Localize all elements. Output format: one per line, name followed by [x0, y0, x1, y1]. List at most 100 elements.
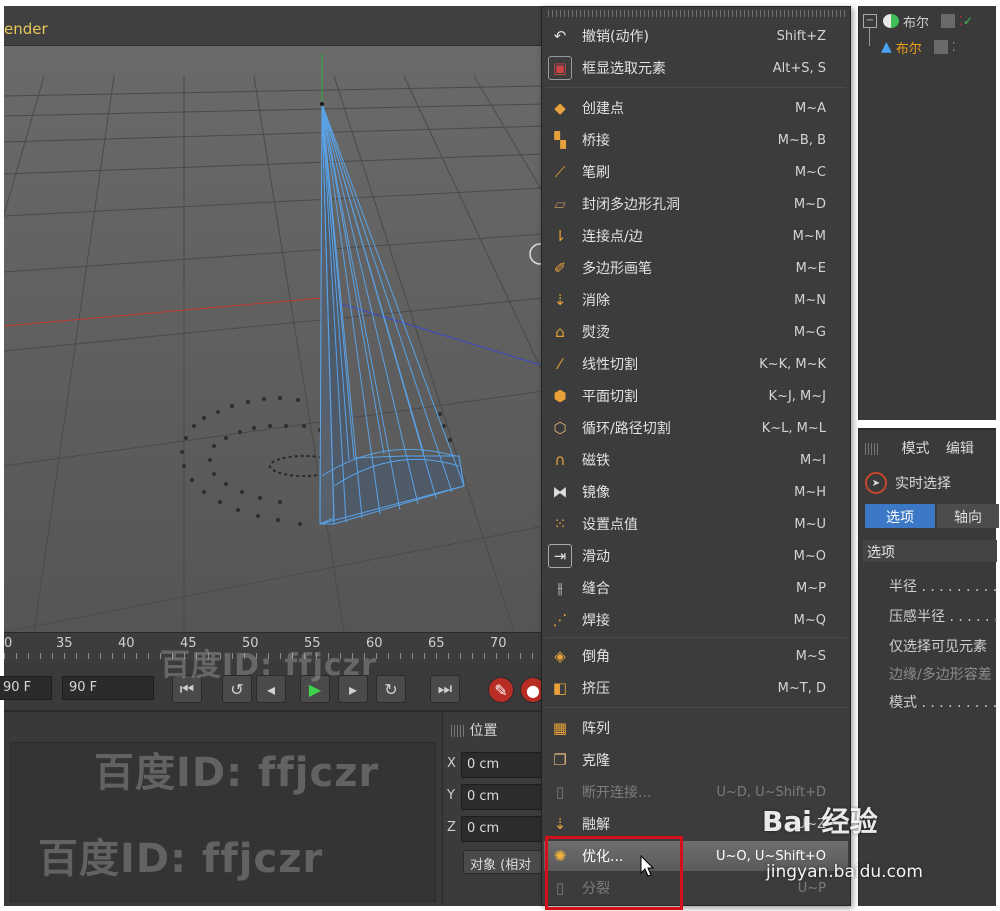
mirror-icon: ⧓ — [552, 483, 568, 501]
extrude-icon: ◧ — [552, 679, 568, 697]
go-to-end-icon[interactable]: ⏭ — [430, 675, 460, 703]
tool-name: 实时选择 — [895, 476, 951, 492]
position-z-field[interactable]: 0 cm — [461, 816, 545, 842]
visibility-dots-icon[interactable]: ⁚ — [952, 40, 956, 54]
menu-item-bevel[interactable]: ◈ 倒角 M~S — [544, 641, 848, 671]
menu-item-shortcut: M~O — [793, 548, 826, 564]
menu-item-bridge[interactable]: ▚ 桥接 M~B, B — [544, 125, 848, 155]
menu-item-slide[interactable]: ⇥ 滑动 M~O — [544, 541, 848, 571]
tab-axis[interactable]: 轴向 — [937, 504, 999, 528]
attr-radius[interactable]: 半径 . . . . . . . . . — [889, 576, 997, 596]
knife-icon: ⁄ — [558, 355, 562, 373]
menu-item-label: 消除 — [582, 293, 610, 309]
menu-item-shortcut: U~P — [797, 880, 826, 896]
object-row-active[interactable]: ▲ 布尔 ⁚ — [881, 36, 1000, 58]
menu-item-stitch[interactable]: ⫲ 缝合 M~P — [544, 573, 848, 603]
menu-item-label: 滑动 — [582, 549, 610, 565]
menu-item-set-point-value[interactable]: ⁙ 设置点值 M~U — [544, 509, 848, 539]
attr-edge-tolerance[interactable]: 边缘/多边形容差 — [889, 664, 992, 684]
viewport-menu-render[interactable]: ender — [4, 20, 48, 38]
baidu-logo: Bai 经验 — [762, 805, 878, 838]
undo-icon: ↶ — [553, 27, 567, 45]
watermark-text: 百度ID: ffjczr — [94, 750, 380, 796]
menu-item-label: 挤压 — [582, 681, 610, 697]
menu-item-label: 撤销(动作) — [582, 29, 649, 45]
menu-item-line-cut[interactable]: ⁄ 线性切割 K~K, M~K — [544, 349, 848, 379]
attr-mode[interactable]: 模式 . . . . . . . . . — [889, 692, 997, 712]
menu-item-dissolve[interactable]: ⇣ 消除 M~N — [544, 285, 848, 315]
magnet-icon: ∩ — [554, 451, 566, 469]
viewport-menubar: ender — [4, 6, 544, 46]
menu-item-array[interactable]: ▦ 阵列 — [544, 713, 848, 743]
menu-item-undo[interactable]: ↶ 撤销(动作) Shift+Z — [544, 21, 848, 51]
viewport-scene[interactable] — [4, 46, 544, 632]
menu-item-brush[interactable]: ⟋ 笔刷 M~C — [544, 157, 848, 187]
boole-object-icon — [883, 14, 899, 28]
menu-item-connect[interactable]: ⇂ 连接点/边 M~M — [544, 221, 848, 251]
menu-item-iron[interactable]: ⌂ 熨烫 M~G — [544, 317, 848, 347]
layer-icon[interactable] — [941, 14, 956, 28]
menu-mode[interactable]: 模式 — [901, 441, 929, 457]
menu-item-label: 笔刷 — [582, 165, 610, 181]
attr-only-visible[interactable]: 仅选择可见元素 — [889, 636, 987, 656]
menu-item-frame-selection[interactable]: ▣ 框显选取元素 Alt+S, S — [544, 53, 848, 83]
tool-header: ➤ 实时选择 — [865, 472, 951, 494]
menu-item-label: 循环/路径切割 — [582, 421, 671, 437]
x-axis-label: X — [447, 756, 456, 771]
position-x-field[interactable]: 0 cm — [461, 752, 545, 778]
menu-item-shortcut: K~L, M~L — [761, 420, 826, 436]
section-header: 选项 — [863, 540, 997, 562]
menu-item-plane-cut[interactable]: ⬢ 平面切割 K~J, M~J — [544, 381, 848, 411]
menu-item-shortcut: M~S — [795, 648, 826, 664]
object-row[interactable]: − 布尔 ⁚ ✓ — [863, 10, 993, 32]
next-key-icon[interactable]: ↻ — [376, 675, 406, 703]
enabled-check-icon[interactable]: ✓ — [963, 14, 973, 28]
menu-item-clone[interactable]: ❐ 克隆 — [544, 745, 848, 775]
menu-item-close-polygon-hole[interactable]: ▱ 封闭多边形孔洞 M~D — [544, 189, 848, 219]
end-frame-field[interactable]: 90 F — [62, 676, 154, 700]
menu-item-label: 线性切割 — [582, 357, 638, 373]
weld-icon: ⋰ — [552, 611, 568, 629]
coordinates-panel: 位置 X 0 cm Y 0 cm Z 0 cm 对象 (相对 — [442, 710, 545, 906]
menu-item-shortcut: K~J, M~J — [768, 388, 826, 404]
menu-item-create-point[interactable]: ◆ 创建点 M~A — [544, 93, 848, 123]
start-frame-field[interactable]: 90 F — [0, 676, 52, 700]
menu-item-label: 断开连接... — [582, 785, 652, 801]
menu-item-extrude[interactable]: ◧ 挤压 M~T, D — [544, 673, 848, 703]
brush-icon: ⟋ — [554, 163, 566, 181]
y-axis-label: Y — [447, 788, 455, 803]
menu-item-shortcut: M~N — [794, 292, 826, 308]
coordinate-mode-dropdown[interactable]: 对象 (相对 — [463, 850, 545, 874]
menu-item-shortcut: Shift+Z — [776, 28, 826, 44]
menu-item-shortcut: M~M — [792, 228, 826, 244]
menu-item-polygon-pen[interactable]: ✐ 多边形画笔 M~E — [544, 253, 848, 283]
iron-icon: ⌂ — [555, 323, 565, 341]
coordinates-title: 位置 — [451, 720, 497, 740]
viewport[interactable]: ender — [4, 6, 544, 632]
clone-icon: ❐ — [553, 751, 567, 769]
disconnect-icon: ▯ — [555, 783, 565, 801]
position-y-field[interactable]: 0 cm — [461, 784, 545, 810]
menu-item-shortcut: M~E — [795, 260, 826, 276]
panel-grip-icon[interactable] — [451, 725, 465, 737]
menu-item-loop-path-cut[interactable]: ⬡ 循环/路径切割 K~L, M~L — [544, 413, 848, 443]
menu-item-mirror[interactable]: ⧓ 镜像 M~H — [544, 477, 848, 507]
menu-item-weld[interactable]: ⋰ 焊接 M~Q — [544, 605, 848, 635]
menu-edit[interactable]: 编辑 — [946, 441, 974, 457]
bevel-icon: ◈ — [554, 647, 566, 665]
array-icon: ▦ — [552, 719, 568, 737]
menu-item-magnet[interactable]: ∩ 磁铁 M~I — [544, 445, 848, 475]
menu-tearoff-grip[interactable] — [548, 10, 846, 17]
menu-item-label: 多边形画笔 — [582, 261, 652, 277]
menu-item-label: 倒角 — [582, 649, 610, 665]
menu-item-shortcut: M~C — [794, 164, 826, 180]
attr-pressure-radius[interactable]: 压感半径 . . . . . . — [889, 606, 998, 626]
panel-grip-icon[interactable] — [865, 443, 879, 455]
timeline-tick: 0 — [4, 636, 13, 651]
expand-icon[interactable]: − — [863, 14, 877, 28]
menu-item-shortcut: M~B, B — [777, 132, 826, 148]
layer-icon[interactable] — [933, 40, 948, 54]
menu-item-label: 设置点值 — [582, 517, 638, 533]
record-keys-icon[interactable]: ✎ — [488, 677, 514, 703]
tab-options[interactable]: 选项 — [865, 504, 935, 528]
